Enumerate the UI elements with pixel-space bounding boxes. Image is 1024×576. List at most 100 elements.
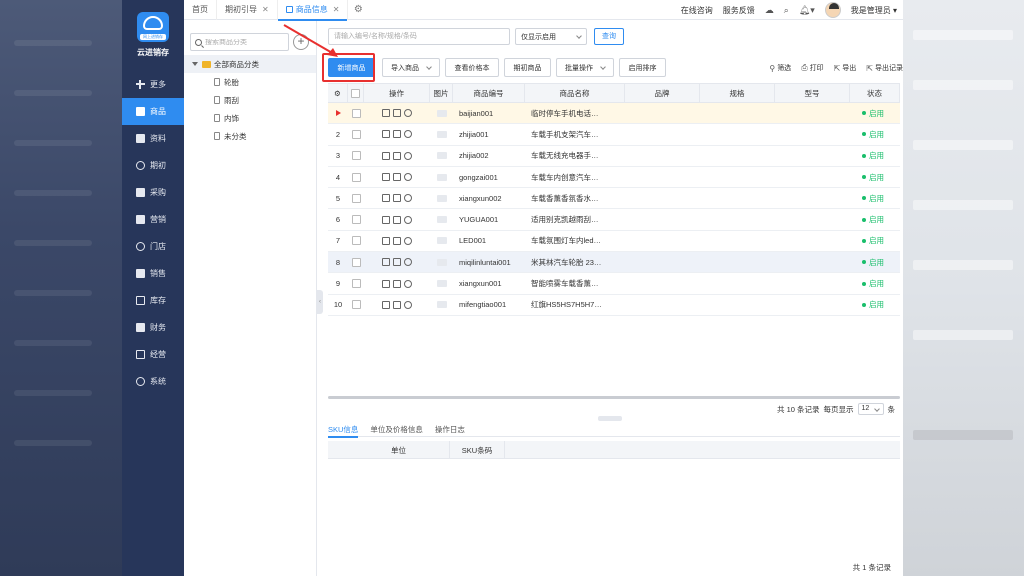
trash-icon[interactable] — [393, 236, 401, 245]
column-settings-icon[interactable]: ⚙ — [328, 84, 348, 103]
sidebar-item-store[interactable]: 门店 — [122, 233, 184, 260]
checkbox[interactable] — [351, 236, 361, 246]
add-goods-button[interactable]: 新增商品 — [328, 58, 375, 77]
checkbox[interactable] — [351, 193, 361, 203]
row-image[interactable] — [430, 146, 453, 166]
sidebar-item-initial[interactable]: 期初 — [122, 152, 184, 179]
sidebar-item-marketing[interactable]: 营销 — [122, 206, 184, 233]
tree-item-tire[interactable]: 轮胎 — [184, 73, 316, 91]
row-image[interactable] — [430, 209, 453, 229]
table-row[interactable]: 3 zhijia002 车载无线充电器手… 启用 — [328, 145, 900, 167]
disable-icon[interactable] — [404, 300, 412, 309]
search-icon[interactable]: ⌕ — [784, 5, 789, 16]
table-row[interactable]: 4 gongzai001 车载车内创意汽车… 启用 — [328, 166, 900, 189]
checkbox[interactable] — [351, 108, 361, 118]
per-page-select[interactable]: 12 — [857, 403, 884, 415]
tree-item-uncategorized[interactable]: 未分类 — [184, 127, 316, 145]
collapse-handle[interactable]: ‹ — [317, 290, 323, 314]
category-search-input[interactable] — [205, 38, 285, 46]
checkbox[interactable] — [351, 257, 361, 267]
disable-icon[interactable] — [404, 109, 412, 118]
table-row[interactable]: 9 xiangxun001 智能喷雾车载香薰… 启用 — [328, 273, 900, 295]
disable-icon[interactable] — [404, 279, 412, 288]
close-icon[interactable]: ✕ — [262, 5, 269, 14]
trash-icon[interactable] — [393, 109, 401, 118]
export-button[interactable]: ⇱ 导出 — [834, 63, 857, 73]
header-code[interactable]: 商品编号 — [453, 84, 525, 103]
checkbox[interactable] — [351, 172, 361, 182]
row-checkbox[interactable] — [348, 167, 364, 187]
bell-icon[interactable]: 🔔︎▾ — [799, 5, 815, 16]
header-name[interactable]: 商品名称 — [525, 84, 625, 103]
table-row[interactable]: 7 LED001 车载氛围灯车内led… 启用 — [328, 230, 900, 253]
status-filter-select[interactable]: 仅显示启用 — [515, 28, 587, 45]
row-checkbox[interactable] — [348, 103, 364, 123]
checkbox[interactable] — [351, 215, 361, 225]
tab-unit-price[interactable]: 单位及价格信息 — [370, 421, 423, 437]
table-row[interactable]: baijian001 临时停车手机电话… 启用 — [328, 103, 900, 125]
trash-icon[interactable] — [393, 215, 401, 224]
row-image[interactable] — [430, 167, 453, 187]
sidebar-item-business[interactable]: 经营 — [122, 341, 184, 368]
filter-button[interactable]: ⚲ 筛选 — [769, 63, 791, 73]
online-consult-link[interactable]: 在线咨询 — [681, 5, 713, 16]
checkbox[interactable] — [351, 151, 361, 161]
trash-icon[interactable] — [393, 194, 401, 203]
header-model[interactable]: 型号 — [775, 84, 850, 103]
trash-icon[interactable] — [393, 130, 401, 139]
edit-icon[interactable] — [382, 109, 390, 118]
enable-sort-button[interactable]: 启用排序 — [619, 58, 666, 77]
edit-icon[interactable] — [382, 194, 390, 203]
query-button[interactable]: 查询 — [594, 28, 624, 45]
caret-down-icon[interactable] — [192, 62, 198, 66]
add-category-button[interactable]: + — [293, 34, 309, 50]
tree-item-interior[interactable]: 内饰 — [184, 109, 316, 127]
edit-icon[interactable] — [382, 236, 390, 245]
select-all-checkbox[interactable] — [348, 84, 364, 103]
disable-icon[interactable] — [404, 151, 412, 160]
export-log-button[interactable]: ⇱ 导出记录 — [866, 63, 903, 73]
row-image[interactable] — [430, 231, 453, 251]
edit-icon[interactable] — [382, 151, 390, 160]
row-checkbox[interactable] — [348, 252, 364, 272]
table-row[interactable]: 5 xiangxun002 车载香薰香氛香水… 启用 — [328, 188, 900, 210]
sidebar-item-sales[interactable]: 销售 — [122, 260, 184, 287]
table-row[interactable]: 10 mifengtiao001 红旗HS5HS7H5H7… 启用 — [328, 294, 900, 316]
row-checkbox[interactable] — [348, 146, 364, 166]
disable-icon[interactable] — [404, 130, 412, 139]
checkbox[interactable] — [351, 89, 360, 98]
edit-icon[interactable] — [382, 173, 390, 182]
edit-icon[interactable] — [382, 258, 390, 267]
header-status[interactable]: 状态 — [850, 84, 900, 103]
checkbox[interactable] — [351, 300, 361, 310]
table-row[interactable]: 8 miqilinluntai001 米其林汽车轮胎 23… 启用 — [328, 252, 900, 274]
disable-icon[interactable] — [404, 215, 412, 224]
edit-icon[interactable] — [382, 279, 390, 288]
sidebar-item-inventory[interactable]: 库存 — [122, 287, 184, 314]
batch-operation-button[interactable]: 批量操作 — [556, 58, 614, 77]
gear-icon[interactable]: ⚙ — [348, 0, 368, 20]
tab-operation-log[interactable]: 操作日志 — [435, 421, 465, 437]
table-row[interactable]: 6 YUGUA001 适用别克凯越雨刮… 启用 — [328, 209, 900, 231]
user-menu[interactable]: 我是管理员 ▾ — [851, 5, 897, 16]
category-search[interactable] — [190, 33, 289, 51]
row-image[interactable] — [430, 252, 453, 272]
disable-icon[interactable] — [404, 173, 412, 182]
close-icon[interactable]: ✕ — [333, 5, 340, 14]
sidebar-item-system[interactable]: 系统 — [122, 368, 184, 395]
cloud-upload-icon[interactable]: ☁ — [765, 5, 774, 16]
disable-icon[interactable] — [404, 258, 412, 267]
row-checkbox[interactable] — [348, 231, 364, 251]
tab-initial-guide[interactable]: 期初引导 ✕ — [217, 0, 278, 20]
avatar[interactable] — [824, 2, 841, 18]
disable-icon[interactable] — [404, 236, 412, 245]
sidebar-item-finance[interactable]: 财务 — [122, 314, 184, 341]
sidebar-item-purchase[interactable]: 采购 — [122, 179, 184, 206]
horizontal-scrollbar[interactable] — [328, 396, 900, 399]
sidebar-item-more[interactable]: 更多 — [122, 71, 184, 98]
sidebar-item-data[interactable]: 资料 — [122, 125, 184, 152]
trash-icon[interactable] — [393, 300, 401, 309]
edit-icon[interactable] — [382, 215, 390, 224]
row-checkbox[interactable] — [348, 188, 364, 208]
row-image[interactable] — [430, 188, 453, 208]
